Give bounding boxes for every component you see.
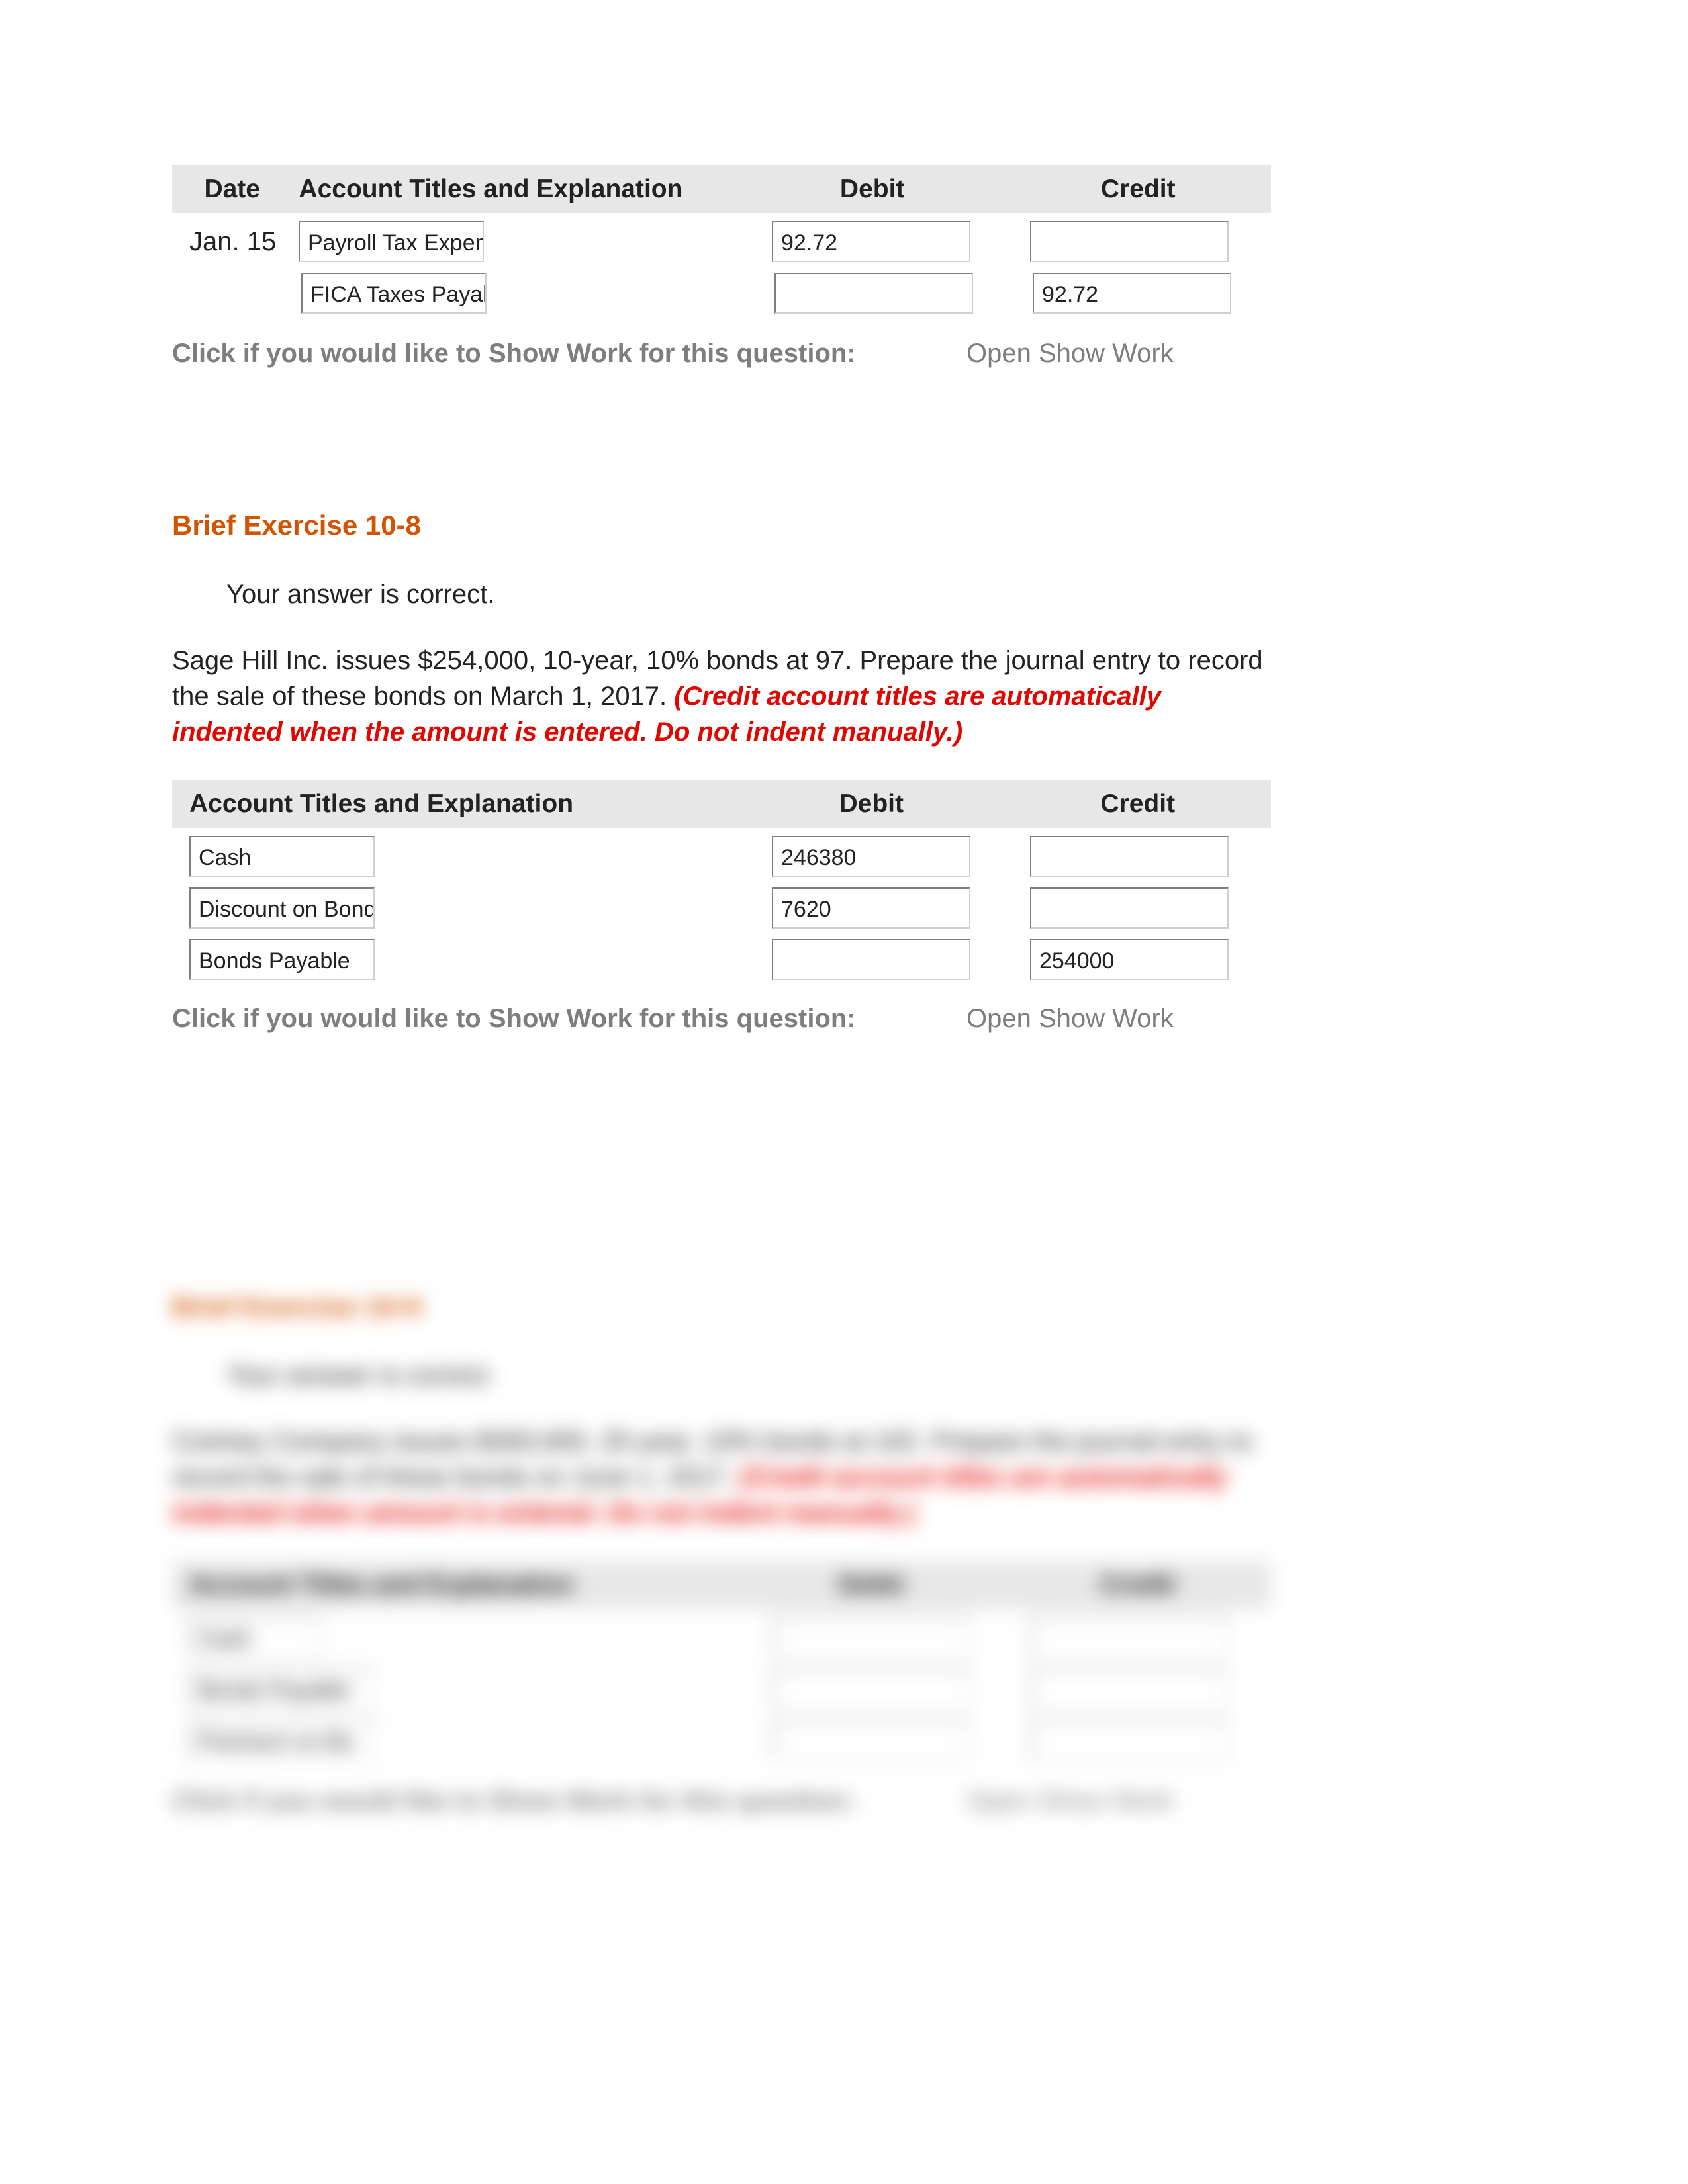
col-date: Date (172, 165, 292, 213)
journal-table-1: Date Account Titles and Explanation Debi… (172, 165, 1271, 371)
debit-input[interactable]: 92.72 (772, 221, 970, 262)
credit-input[interactable] (1030, 836, 1229, 877)
row-date: Jan. 15 (172, 227, 299, 257)
table-row: FICA Taxes Payable 92.72 (172, 265, 1271, 316)
credit-input[interactable]: 254000 (1030, 939, 1229, 980)
col-acct: Account Titles and Explanation (292, 165, 739, 213)
exercise-prompt-blurred: Cortney Company issues $300,000, 20-year… (172, 1424, 1271, 1531)
credit-input[interactable]: 92.72 (1033, 273, 1231, 314)
journal-table-3-blurred: Account Titles and Explanation Debit Cre… (172, 1561, 1271, 1818)
debit-input[interactable]: 246380 (772, 836, 970, 877)
col-credit: Credit (1004, 780, 1271, 828)
open-show-work-link[interactable]: Open Show Work (966, 336, 1174, 371)
credit-input[interactable] (1030, 221, 1229, 262)
show-work-row: Click if you would like to Show Work for… (172, 336, 1271, 371)
show-work-prompt: Click if you would like to Show Work for… (172, 1001, 966, 1037)
table1-header: Date Account Titles and Explanation Debi… (172, 165, 1271, 213)
answer-correct-message-blurred: Your answer is correct. (226, 1361, 1271, 1390)
account-title-input[interactable]: FICA Taxes Payable (301, 273, 487, 314)
account-title-input[interactable]: Cash (189, 836, 375, 877)
table-row: Jan. 15 Payroll Tax Expense 92.72 (172, 213, 1271, 265)
table-row: Bonds Payable 254000 (172, 931, 1271, 983)
col-debit: Debit (738, 780, 1005, 828)
debit-input[interactable] (774, 273, 973, 314)
table2-header: Account Titles and Explanation Debit Cre… (172, 780, 1271, 828)
show-work-prompt: Click if you would like to Show Work for… (172, 336, 966, 371)
account-title-input[interactable]: Discount on Bonds (189, 887, 375, 929)
exercise-title: Brief Exercise 10-8 (172, 510, 1271, 541)
exercise-prompt: Sage Hill Inc. issues $254,000, 10-year,… (172, 643, 1271, 750)
open-show-work-link[interactable]: Open Show Work (966, 1001, 1174, 1037)
debit-input[interactable] (772, 939, 970, 980)
table-row: Cash 246380 (172, 828, 1271, 880)
col-credit: Credit (1005, 165, 1271, 213)
table-row: Discount on Bonds 7620 (172, 880, 1271, 931)
answer-correct-message: Your answer is correct. (226, 580, 1271, 610)
account-title-input[interactable]: Bonds Payable (189, 939, 375, 980)
account-title-input[interactable]: Payroll Tax Expense (299, 221, 484, 262)
journal-table-2: Account Titles and Explanation Debit Cre… (172, 780, 1271, 1037)
col-acct: Account Titles and Explanation (172, 780, 738, 828)
credit-input[interactable] (1030, 887, 1229, 929)
debit-input[interactable]: 7620 (772, 887, 970, 929)
blurred-preview-region: Brief Exercise 10-9 Your answer is corre… (0, 1138, 1688, 1919)
show-work-row-truncated: Click if you would like to Show Work for… (172, 1001, 1271, 1037)
col-debit: Debit (739, 165, 1006, 213)
